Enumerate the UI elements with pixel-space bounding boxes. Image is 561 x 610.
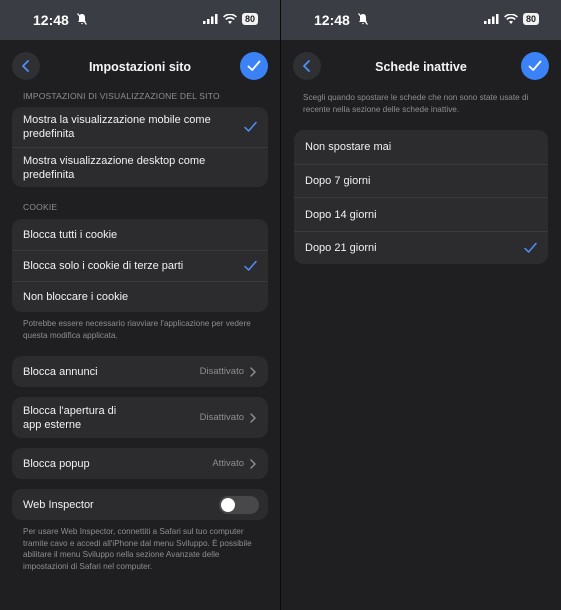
cellular-signal-icon (202, 14, 218, 24)
option-mobile-view[interactable]: Mostra la visualizzazione mobile come pr… (12, 107, 268, 147)
block-popup-row[interactable]: Blocca popup Attivato (12, 448, 268, 479)
option-block-all-cookies[interactable]: Blocca tutti i cookie (12, 219, 268, 250)
site-settings-panel: 12:48 80 Impostazioni sito IMPOSTAZIONI … (0, 0, 280, 610)
row-label: Blocca l'apertura di app esterne (23, 404, 117, 431)
option-label: Dopo 7 giorni (305, 175, 371, 187)
status-time: 12:48 (314, 12, 350, 28)
checkmark-icon (244, 121, 257, 132)
toggle-knob (221, 497, 235, 512)
display-section-header: IMPOSTAZIONI DI VISUALIZZAZIONE DEL SITO (23, 91, 220, 101)
option-label: Blocca solo i cookie di terze parti (23, 260, 184, 272)
status-bar: 12:48 80 (0, 0, 280, 40)
option-label: Mostra la visualizzazione mobile come pr… (23, 114, 211, 140)
page-title: Schede inattive (375, 60, 467, 74)
option-label: Non bloccare i cookie (23, 291, 129, 303)
option-desktop-view[interactable]: Mostra visualizzazione desktop come pred… (12, 147, 268, 187)
block-ads-row[interactable]: Blocca annunci Disattivato (12, 356, 268, 387)
row-value: Disattivato (199, 365, 244, 377)
page-title: Impostazioni sito (88, 60, 192, 74)
option-label: Dopo 14 giorni (305, 208, 377, 221)
row-label: Blocca annunci (23, 365, 98, 378)
checkmark-icon (528, 60, 542, 71)
inactive-tabs-sheet: Schede inattive Scegli quando spostare l… (281, 40, 561, 610)
external-apps-group: Blocca l'apertura di app esterne Disatti… (12, 397, 268, 438)
row-label: Blocca popup (23, 457, 90, 470)
settings-sheet: Impostazioni sito IMPOSTAZIONI DI VISUAL… (0, 40, 280, 610)
option-block-third-party-cookies[interactable]: Blocca solo i cookie di terze parti (12, 250, 268, 281)
display-options-group: Mostra la visualizzazione mobile come pr… (12, 107, 268, 187)
web-inspector-group: Web Inspector (12, 489, 268, 520)
web-inspector-row: Web Inspector (12, 489, 268, 520)
inactive-tabs-panel: 12:48 80 Schede inattive Scegli quando s… (281, 0, 561, 610)
cookie-note: Potrebbe essere necessario riavviare l'a… (23, 319, 251, 340)
chevron-right-icon (250, 458, 256, 469)
row-value: Disattivato (199, 411, 244, 423)
option-after-21-days[interactable]: Dopo 21 giorni (294, 231, 548, 264)
option-after-7-days[interactable]: Dopo 7 giorni (294, 164, 548, 197)
status-bar: 12:48 80 (281, 0, 561, 40)
cellular-signal-icon (483, 14, 499, 24)
option-never-move[interactable]: Non spostare mai (294, 130, 548, 164)
web-inspector-note: Per usare Web Inspector, connettiti a Sa… (23, 527, 252, 571)
ads-group: Blocca annunci Disattivato (12, 356, 268, 387)
option-after-14-days[interactable]: Dopo 14 giorni (294, 197, 548, 231)
row-value: Attivato (212, 457, 244, 469)
wifi-icon (223, 14, 237, 24)
chevron-right-icon (250, 366, 256, 377)
checkmark-icon (247, 60, 261, 71)
battery-indicator: 80 (522, 13, 539, 25)
done-button[interactable] (240, 52, 268, 80)
block-external-apps-row[interactable]: Blocca l'apertura di app esterne Disatti… (12, 397, 268, 438)
inactive-tabs-description: Scegli quando spostare le schede che non… (303, 93, 529, 114)
silent-mode-icon (77, 13, 87, 25)
inactive-tabs-options-group: Non spostare mai Dopo 7 giorni Dopo 14 g… (294, 130, 548, 264)
row-label: Web Inspector (23, 498, 94, 511)
wifi-icon (504, 14, 518, 24)
web-inspector-toggle[interactable] (219, 495, 259, 514)
silent-mode-icon (358, 13, 368, 25)
cookie-section-header: COOKIE (23, 202, 58, 212)
option-label: Blocca tutti i cookie (23, 228, 118, 241)
option-label: Mostra visualizzazione desktop come pred… (23, 154, 206, 181)
popup-group: Blocca popup Attivato (12, 448, 268, 479)
done-button[interactable] (521, 52, 549, 80)
option-label: Dopo 21 giorni (305, 242, 377, 254)
status-time: 12:48 (33, 12, 69, 28)
cookie-options-group: Blocca tutti i cookie Blocca solo i cook… (12, 219, 268, 312)
battery-indicator: 80 (241, 13, 258, 25)
checkmark-icon (524, 242, 537, 253)
chevron-right-icon (250, 412, 256, 423)
option-label: Non spostare mai (305, 141, 392, 153)
option-allow-cookies[interactable]: Non bloccare i cookie (12, 281, 268, 312)
checkmark-icon (244, 260, 257, 271)
